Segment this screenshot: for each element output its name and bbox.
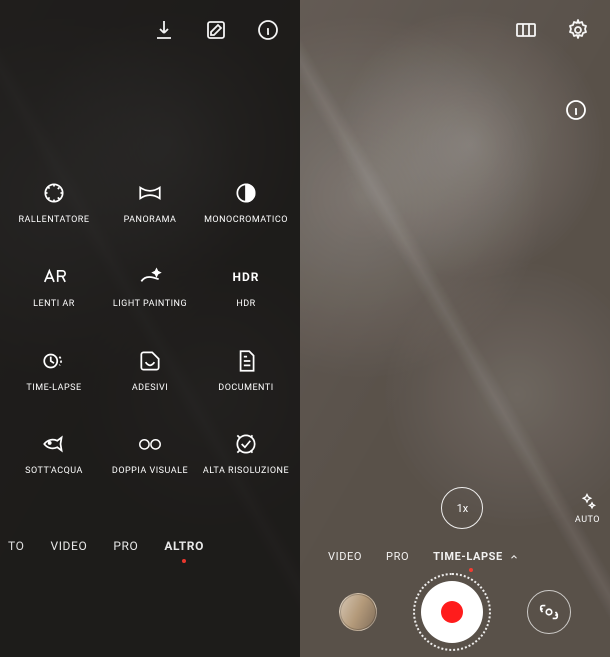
tab-video[interactable]: VIDEO [50,539,87,553]
right-mode-strip: VIDEO PRO TIME-LAPSE [300,550,610,563]
tab-time-lapse[interactable]: TIME-LAPSE [433,550,519,563]
mode-label: ALTA RISOLUZIONE [203,466,289,477]
mode-label: LIGHT PAINTING [113,299,187,310]
dial-icon [41,180,67,206]
info-icon[interactable] [564,98,588,122]
bottom-controls [300,581,610,643]
hires-icon [233,431,259,457]
download-icon[interactable] [152,18,176,42]
mode-sottacqua[interactable]: SOTT'ACQUA [8,431,100,477]
left-phone: RALLENTATORE PANORAMA MONOCROMATICO LENT… [0,0,300,657]
mode-light-painting[interactable]: LIGHT PAINTING [104,264,196,310]
chevron-up-icon [509,552,519,562]
tab-pro[interactable]: PRO [113,539,138,553]
mode-monocromatico[interactable]: MONOCROMATICO [200,180,292,226]
mode-label: TIME-LAPSE [26,383,81,394]
sparkle-icon [137,264,163,290]
tab-foto[interactable]: TO [8,539,24,553]
mode-label: RALLENTATORE [19,215,90,226]
mode-rallentatore[interactable]: RALLENTATORE [8,180,100,226]
mode-label: MONOCROMATICO [204,215,288,226]
mode-label: HDR [236,299,255,310]
mode-panorama[interactable]: PANORAMA [104,180,196,226]
mode-label: DOCUMENTI [218,383,273,394]
right-topbar [300,0,610,66]
mode-documenti[interactable]: DOCUMENTI [200,348,292,394]
auto-button[interactable]: AUTO [575,492,600,525]
viewfinder-overlay: 1x AUTO [310,487,600,529]
mode-lenti-ar[interactable]: LENTI AR [8,264,100,310]
mode-label: DOPPIA VISUALE [112,466,188,477]
shutter-button[interactable] [421,581,483,643]
panorama-icon [137,180,163,206]
mode-time-lapse[interactable]: TIME-LAPSE [8,348,100,394]
tab-altro[interactable]: ALTRO [164,539,204,553]
speed-button[interactable]: 1x [441,487,483,529]
fish-icon [41,431,67,457]
timelapse-icon [41,348,67,374]
sticker-icon [137,348,163,374]
info-icon[interactable] [256,18,280,42]
mode-label: PANORAMA [124,215,177,226]
mode-hdr[interactable]: HDR HDR [200,264,292,310]
aspect-ratio-icon[interactable] [514,18,538,42]
left-mode-strip: TO VIDEO PRO ALTRO [0,539,300,553]
mode-alta-risoluzione[interactable]: ALTA RISOLUZIONE [200,431,292,477]
settings-icon[interactable] [566,18,590,42]
mode-label: LENTI AR [33,299,75,310]
tab-pro[interactable]: PRO [386,550,409,563]
tab-video[interactable]: VIDEO [328,550,362,563]
mode-adesivi[interactable]: ADESIVI [104,348,196,394]
mode-doppia-visuale[interactable]: DOPPIA VISUALE [104,431,196,477]
contrast-icon [233,180,259,206]
gallery-thumbnail[interactable] [334,588,383,637]
mode-grid: RALLENTATORE PANORAMA MONOCROMATICO LENT… [8,180,292,477]
ar-icon [41,264,67,290]
document-icon [233,348,259,374]
camera-flip-button[interactable] [527,590,571,634]
edit-icon[interactable] [204,18,228,42]
mode-label: ADESIVI [132,383,168,394]
hdr-icon: HDR [233,264,259,290]
left-topbar [0,0,300,66]
right-phone: 1x AUTO VIDEO PRO TIME-LAPSE [300,0,610,657]
mode-label: SOTT'ACQUA [25,466,83,477]
dual-view-icon [137,431,163,457]
